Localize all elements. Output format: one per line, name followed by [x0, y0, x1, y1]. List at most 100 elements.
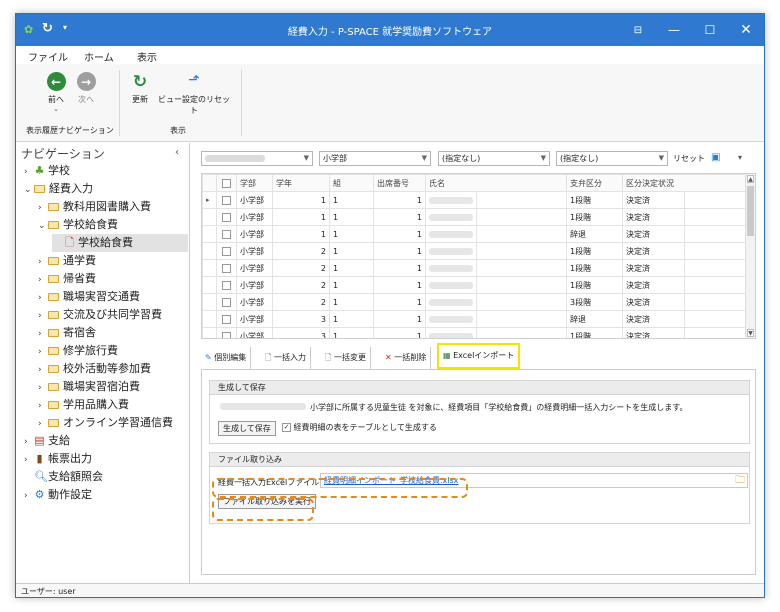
- reset-link[interactable]: リセット: [673, 153, 705, 164]
- school-select[interactable]: ▼: [201, 151, 313, 166]
- grid-header[interactable]: 支弁区分: [566, 174, 623, 192]
- grid-header[interactable]: 氏名: [425, 174, 567, 192]
- checkbox[interactable]: [222, 331, 231, 338]
- table-row[interactable]: 小学部 1 1 1 1段階 決定済: [202, 208, 749, 226]
- row-checkbox[interactable]: [216, 327, 237, 338]
- minimize-button[interactable]: —: [656, 14, 692, 46]
- tab-bulk-change[interactable]: 🗋 一括変更: [321, 347, 371, 369]
- tree-item-work-transport[interactable]: › 職場実習交通費: [38, 288, 140, 306]
- tree-item-dormitory[interactable]: › 寄宿舎: [38, 324, 96, 342]
- redacted-text: [429, 281, 473, 289]
- tree-item-settings[interactable]: › ⚙ 動作設定: [24, 486, 92, 504]
- grid-header[interactable]: 区分決定状況: [622, 174, 749, 192]
- chevron-down-icon[interactable]: ▾: [738, 153, 742, 162]
- row-checkbox[interactable]: [216, 242, 237, 260]
- checkbox[interactable]: [222, 212, 231, 222]
- tree-item-work-lodging[interactable]: › 職場実習宿泊費: [38, 378, 140, 396]
- cell-attendance-number: 1: [373, 208, 426, 226]
- row-checkbox[interactable]: [216, 310, 237, 328]
- tree-item-online-learning[interactable]: › オンライン学習通信費: [38, 414, 173, 432]
- scroll-up-icon[interactable]: ▲: [747, 175, 754, 183]
- grid-scrollbar[interactable]: ▲ ▼: [745, 174, 755, 338]
- ribbon-display-icon[interactable]: ⊟: [620, 14, 656, 46]
- chevron-right-icon: ›: [38, 275, 42, 285]
- table-option-checkbox[interactable]: ✓ 経費明細の表をテーブルとして生成する: [282, 422, 437, 433]
- tree-item-payment-inquiry[interactable]: 🔍︎支給額照会: [34, 468, 103, 486]
- row-indicator: [202, 208, 217, 226]
- tree-item-school[interactable]: › ♣ 学校: [24, 162, 70, 180]
- folder-icon: [48, 275, 59, 283]
- table-row[interactable]: ▸ 小学部 1 1 1 1段階 決定済: [202, 191, 749, 209]
- table-row[interactable]: 小学部 2 1 1 1段階 決定済: [202, 259, 749, 277]
- table-row[interactable]: 小学部 2 1 1 1段階 決定済: [202, 242, 749, 260]
- tree-item-school-lunch[interactable]: ⌄ 学校給食費: [38, 216, 118, 234]
- back-button[interactable]: ← 前へ ⌄: [42, 72, 70, 113]
- checkbox[interactable]: [222, 195, 231, 205]
- scroll-thumb[interactable]: [747, 186, 754, 236]
- close-button[interactable]: ✕: [728, 14, 764, 46]
- grid-header[interactable]: 出席番号: [373, 174, 426, 192]
- table-row[interactable]: 小学部 2 1 1 1段階 決定済: [202, 276, 749, 294]
- row-checkbox[interactable]: [216, 225, 237, 243]
- cell-extra: [684, 191, 749, 209]
- tree-item-payment[interactable]: › ▤ 支給: [24, 432, 70, 450]
- row-indicator: [202, 327, 217, 338]
- tab-excel-import[interactable]: ▦ Excelインポート: [437, 343, 521, 369]
- tree-item-school-lunch-entry[interactable]: 🗋 学校給食費: [52, 234, 188, 252]
- cell-attendance-number: 1: [373, 327, 426, 338]
- row-checkbox[interactable]: [216, 276, 237, 294]
- tree-item-commute[interactable]: › 通学費: [38, 252, 96, 270]
- tree-item-expense-input[interactable]: ⌄ 経費入力: [24, 180, 93, 198]
- menu-file[interactable]: ファイル: [28, 49, 68, 64]
- table-row[interactable]: 小学部 1 1 1 辞退 決定済: [202, 225, 749, 243]
- tree-item-exchange-learning[interactable]: › 交流及び共同学習費: [38, 306, 162, 324]
- collapse-pane-icon[interactable]: ‹: [175, 147, 179, 158]
- checkbox[interactable]: [222, 280, 231, 290]
- row-checkbox[interactable]: [216, 208, 237, 226]
- reset-view-button[interactable]: ⬏ ビュー設定のリセット: [156, 72, 232, 116]
- tree-item-textbook[interactable]: › 教科用図書購入費: [38, 198, 151, 216]
- tree-item-school-supplies[interactable]: › 学用品購入費: [38, 396, 129, 414]
- tab-bulk-delete[interactable]: ✕ 一括削除: [381, 347, 432, 369]
- grid-header[interactable]: 学部: [236, 174, 273, 192]
- grid-header[interactable]: 学年: [272, 174, 330, 192]
- table-row[interactable]: 小学部 3 1 1 1段階 決定済: [202, 327, 749, 338]
- cell-attendance-number: 1: [373, 225, 426, 243]
- filter-select-2[interactable]: (指定なし) ▼: [438, 151, 550, 166]
- checkbox[interactable]: [222, 229, 231, 239]
- checkbox[interactable]: [222, 297, 231, 307]
- layout-icon[interactable]: ▣: [711, 152, 720, 163]
- checkbox[interactable]: [222, 314, 231, 324]
- cell-payment-category: 辞退: [566, 310, 623, 328]
- maximize-button[interactable]: ☐: [692, 14, 728, 46]
- menu-view[interactable]: 表示: [137, 49, 157, 64]
- tab-individual-edit[interactable]: ✎ 個別編集: [201, 347, 252, 369]
- checkbox[interactable]: [222, 246, 231, 256]
- tree-item-report-output[interactable]: › ▮ 帳票出力: [24, 450, 92, 468]
- tree-item-homecoming[interactable]: › 帰省費: [38, 270, 96, 288]
- filter-select-3[interactable]: (指定なし) ▼: [556, 151, 668, 166]
- cell-class: 1: [329, 225, 374, 243]
- open-folder-icon[interactable]: 🗀: [735, 474, 745, 487]
- checkbox[interactable]: [222, 263, 231, 273]
- row-checkbox[interactable]: [216, 191, 237, 209]
- tree-item-school-trip[interactable]: › 修学旅行費: [38, 342, 118, 360]
- cell-name-extra: [476, 242, 567, 260]
- tab-bulk-input[interactable]: 🗋 一括入力: [261, 347, 311, 369]
- table-row[interactable]: 小学部 3 1 1 辞退 決定済: [202, 310, 749, 328]
- grid-header-row: 学部 学年 組 出席番号 氏名 支弁区分 区分決定状況: [202, 174, 749, 192]
- tree-item-outside-activity[interactable]: › 校外活動等参加費: [38, 360, 151, 378]
- table-row[interactable]: 小学部 2 1 1 3段階 決定済: [202, 293, 749, 311]
- cell-attendance-number: 1: [373, 310, 426, 328]
- row-checkbox[interactable]: [216, 293, 237, 311]
- refresh-button[interactable]: ↻ 更新: [126, 72, 154, 105]
- chevron-right-icon: ›: [38, 401, 42, 411]
- row-checkbox[interactable]: [216, 259, 237, 277]
- cell-class: 1: [329, 293, 374, 311]
- department-select[interactable]: 小学部 ▼: [319, 151, 431, 166]
- select-all-checkbox[interactable]: [216, 174, 237, 192]
- forward-button[interactable]: → 次へ: [72, 72, 100, 105]
- grid-header[interactable]: 組: [329, 174, 374, 192]
- scroll-down-icon[interactable]: ▼: [747, 329, 754, 337]
- generate-save-button[interactable]: 生成して保存: [218, 421, 276, 436]
